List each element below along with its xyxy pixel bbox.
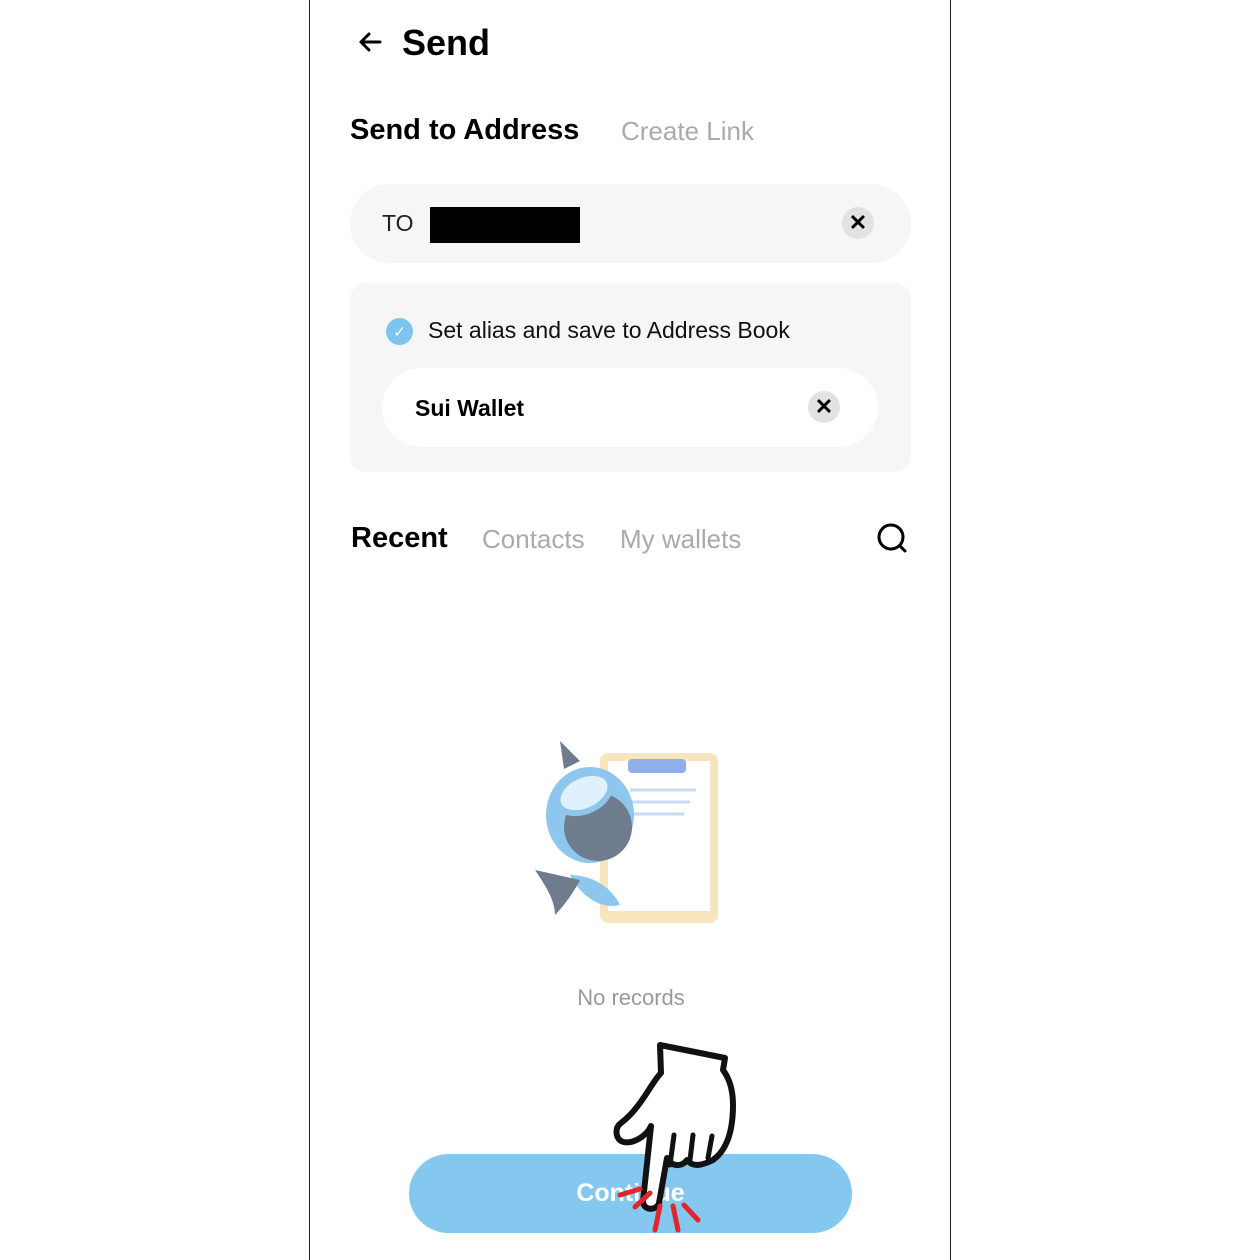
page-title: Send xyxy=(402,22,491,63)
clear-address-button[interactable]: ✕ xyxy=(842,207,874,239)
to-address-field[interactable]: TO ✕ xyxy=(350,184,911,263)
close-icon: ✕ xyxy=(848,210,868,235)
no-records-text: No records xyxy=(577,985,685,1010)
alias-checkbox-label: Set alias and save to Address Book xyxy=(428,317,790,343)
redacted-address xyxy=(430,207,580,243)
tab-send-to-address[interactable]: Send to Address xyxy=(350,114,579,147)
tab-contacts[interactable]: Contacts xyxy=(482,524,585,555)
arrow-left-icon[interactable] xyxy=(354,26,386,58)
phone-screen: Send Send to Address Create Link TO ✕ ✓ … xyxy=(309,0,951,1260)
alias-input[interactable]: Sui Wallet ✕ xyxy=(382,368,878,447)
empty-state-illustration xyxy=(535,741,718,923)
tab-recent[interactable]: Recent xyxy=(351,522,448,555)
tab-my-wallets[interactable]: My wallets xyxy=(620,524,741,555)
clear-alias-button[interactable]: ✕ xyxy=(808,391,840,423)
check-icon: ✓ xyxy=(393,323,406,341)
close-icon: ✕ xyxy=(814,394,834,419)
to-label: TO xyxy=(382,210,414,236)
search-icon[interactable] xyxy=(876,522,908,554)
alias-value: Sui Wallet xyxy=(415,395,525,421)
pointing-hand-icon xyxy=(613,1042,736,1233)
alias-checkbox[interactable]: ✓ xyxy=(386,318,413,345)
alias-section: ✓ Set alias and save to Address Book Sui… xyxy=(350,283,911,472)
tab-create-link[interactable]: Create Link xyxy=(621,116,754,147)
